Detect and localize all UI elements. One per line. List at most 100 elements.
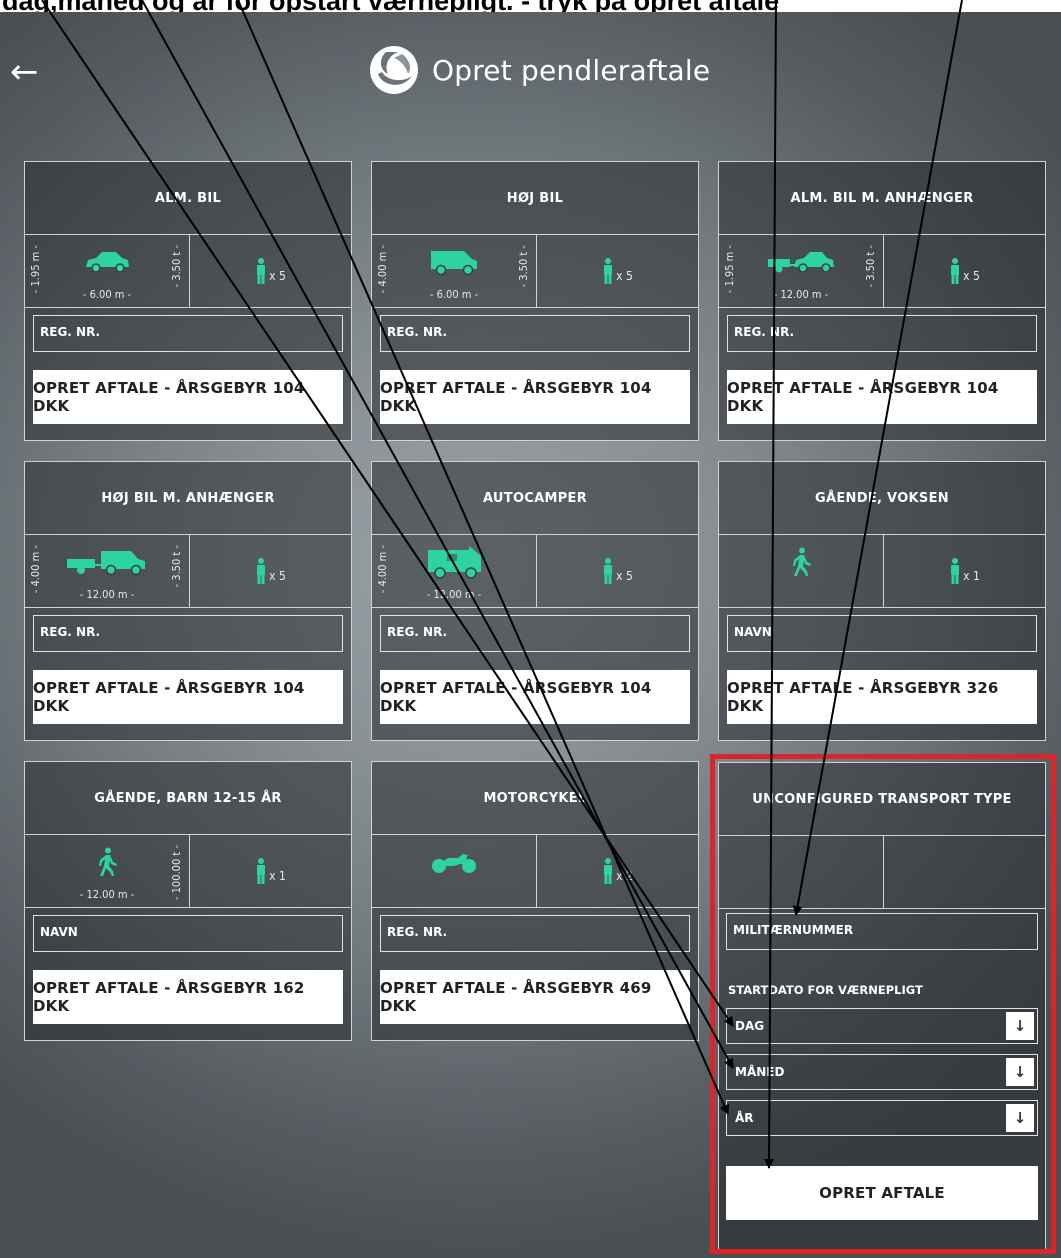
card-title: GÅENDE, VOKSEN bbox=[719, 462, 1045, 535]
weight-label: - 3.50 t - bbox=[864, 245, 877, 288]
card-specs: - 1.95 m - - 12.00 m - - 3.50 t - x 5 bbox=[719, 235, 1045, 308]
card-title: HØJ BIL M. ANHÆNGER bbox=[25, 462, 351, 535]
person-count: x 5 bbox=[616, 269, 633, 283]
person-count: x 5 bbox=[269, 269, 286, 283]
height-label: - 4.00 m - bbox=[376, 545, 389, 594]
weight-label: - 100.00 t - bbox=[170, 845, 183, 901]
pedestrian-icon bbox=[96, 847, 118, 881]
create-agreement-button[interactable]: OPRET AFTALE - ÅRSGEBYR 104 DKK bbox=[727, 370, 1037, 424]
spec-dimensions: - 4.00 m - - 12.00 m - - 3.50 t - bbox=[25, 535, 190, 607]
card-title: HØJ BIL bbox=[372, 162, 698, 235]
spec-persons: x 1 bbox=[884, 535, 1045, 607]
van-trailer-icon bbox=[65, 547, 149, 581]
card-title: GÅENDE, BARN 12-15 ÅR bbox=[25, 762, 351, 835]
height-label: - 4.00 m - bbox=[29, 545, 42, 594]
card-specs: - 12.00 m - - 100.00 t - x 1 bbox=[25, 835, 351, 908]
length-label: - 12.00 m - bbox=[79, 588, 135, 601]
create-agreement-button[interactable]: OPRET AFTALE - ÅRSGEBYR 104 DKK bbox=[33, 670, 343, 724]
person-icon bbox=[604, 558, 613, 584]
card-title: ALM. BIL M. ANHÆNGER bbox=[719, 162, 1045, 235]
card-title: ALM. BIL bbox=[25, 162, 351, 235]
length-label: - 6.00 m - bbox=[82, 288, 132, 301]
spec-persons: x 5 bbox=[884, 235, 1045, 307]
create-agreement-button[interactable]: OPRET AFTALE - ÅRSGEBYR 104 DKK bbox=[33, 370, 343, 424]
card-car-trailer: ALM. BIL M. ANHÆNGER - 1.95 m - - 12.00 … bbox=[718, 161, 1046, 441]
person-count: x 1 bbox=[269, 869, 286, 883]
person-count: x 5 bbox=[616, 569, 633, 583]
person-icon bbox=[951, 258, 960, 284]
card-specs: x 2 bbox=[372, 835, 698, 908]
registration-input[interactable]: NAVN bbox=[33, 915, 343, 952]
registration-input[interactable]: REG. NR. bbox=[380, 915, 690, 952]
camper-icon bbox=[425, 544, 483, 584]
spec-persons: x 2 bbox=[537, 835, 698, 907]
card-car: ALM. BIL - 1.95 m - - 6.00 m - - 3.50 t … bbox=[24, 161, 352, 441]
height-label: - 4.00 m - bbox=[376, 245, 389, 294]
weight-label: - 3.50 t - bbox=[517, 245, 530, 288]
car-icon bbox=[82, 249, 132, 279]
card-motorcycle: MOTORCYKEL x 2 REG. NR. OPRET AFTALE - Å… bbox=[371, 761, 699, 1041]
card-van-trailer: HØJ BIL M. ANHÆNGER - 4.00 m - - 12.00 m… bbox=[24, 461, 352, 741]
spec-dimensions: - 1.95 m - - 6.00 m - - 3.50 t - bbox=[25, 235, 190, 307]
card-specs: - 4.00 m - - 12.00 m - x 5 bbox=[372, 535, 698, 608]
registration-input[interactable]: REG. NR. bbox=[727, 315, 1037, 352]
card-specs: - 1.95 m - - 6.00 m - - 3.50 t - x 5 bbox=[25, 235, 351, 308]
registration-input[interactable]: REG. NR. bbox=[380, 315, 690, 352]
create-agreement-button[interactable]: OPRET AFTALE - ÅRSGEBYR 326 DKK bbox=[727, 670, 1037, 724]
card-specs: - 4.00 m - - 12.00 m - - 3.50 t - x 5 bbox=[25, 535, 351, 608]
weight-label: - 3.50 t - bbox=[170, 245, 183, 288]
person-count: x 5 bbox=[269, 569, 286, 583]
spec-dimensions: - 4.00 m - - 12.00 m - bbox=[372, 535, 537, 607]
spec-persons: x 5 bbox=[537, 535, 698, 607]
spec-persons: x 5 bbox=[190, 235, 351, 307]
create-agreement-button[interactable]: OPRET AFTALE - ÅRSGEBYR 104 DKK bbox=[380, 370, 690, 424]
spec-persons: x 5 bbox=[537, 235, 698, 307]
create-agreement-button[interactable]: OPRET AFTALE - ÅRSGEBYR 104 DKK bbox=[380, 670, 690, 724]
height-label: - 1.95 m - bbox=[723, 245, 736, 294]
person-icon bbox=[604, 258, 613, 284]
length-label: - 12.00 m - bbox=[426, 588, 482, 601]
person-icon bbox=[257, 558, 266, 584]
card-specs: x 1 bbox=[719, 535, 1045, 608]
back-arrow-icon[interactable]: ← bbox=[10, 52, 39, 92]
create-agreement-button[interactable]: OPRET AFTALE - ÅRSGEBYR 162 DKK bbox=[33, 970, 343, 1024]
spec-persons: x 5 bbox=[190, 535, 351, 607]
registration-input[interactable]: REG. NR. bbox=[33, 615, 343, 652]
person-icon bbox=[951, 558, 960, 584]
length-label: - 6.00 m - bbox=[429, 288, 479, 301]
spec-dimensions bbox=[719, 535, 884, 607]
weight-label: - 3.50 t - bbox=[170, 545, 183, 588]
page-header: Opret pendleraftale bbox=[368, 44, 710, 96]
card-title: AUTOCAMPER bbox=[372, 462, 698, 535]
person-icon bbox=[257, 258, 266, 284]
create-agreement-button[interactable]: OPRET AFTALE - ÅRSGEBYR 469 DKK bbox=[380, 970, 690, 1024]
spec-dimensions: - 1.95 m - - 12.00 m - - 3.50 t - bbox=[719, 235, 884, 307]
brand-logo-icon bbox=[370, 46, 418, 94]
length-label: - 12.00 m - bbox=[773, 288, 829, 301]
spec-dimensions: - 4.00 m - - 6.00 m - - 3.50 t - bbox=[372, 235, 537, 307]
motorcycle-icon bbox=[430, 850, 478, 878]
card-camper: AUTOCAMPER - 4.00 m - - 12.00 m - x 5 RE… bbox=[371, 461, 699, 741]
annotation-caption: dag,måned og år for opstart værnepligt. … bbox=[0, 0, 1061, 12]
spec-dimensions: - 12.00 m - - 100.00 t - bbox=[25, 835, 190, 907]
person-count: x 1 bbox=[963, 569, 980, 583]
highlight-box bbox=[710, 754, 1056, 1254]
card-title: MOTORCYKEL bbox=[372, 762, 698, 835]
spec-persons: x 1 bbox=[190, 835, 351, 907]
card-pedestrian: GÅENDE, BARN 12-15 ÅR - 12.00 m - - 100.… bbox=[24, 761, 352, 1041]
page-title: Opret pendleraftale bbox=[432, 53, 711, 87]
card-pedestrian: GÅENDE, VOKSEN x 1 NAVN OPRET AFTALE - Å… bbox=[718, 461, 1046, 741]
person-count: x 5 bbox=[963, 269, 980, 283]
card-van: HØJ BIL - 4.00 m - - 6.00 m - - 3.50 t -… bbox=[371, 161, 699, 441]
person-count: x 2 bbox=[616, 869, 633, 883]
registration-input[interactable]: NAVN bbox=[727, 615, 1037, 652]
person-icon bbox=[257, 858, 266, 884]
length-label: - 12.00 m - bbox=[79, 888, 135, 901]
van-icon bbox=[428, 247, 480, 281]
card-specs: - 4.00 m - - 6.00 m - - 3.50 t - x 5 bbox=[372, 235, 698, 308]
spec-dimensions bbox=[372, 835, 537, 907]
registration-input[interactable]: REG. NR. bbox=[33, 315, 343, 352]
height-label: - 1.95 m - bbox=[29, 245, 42, 294]
registration-input[interactable]: REG. NR. bbox=[380, 615, 690, 652]
car-trailer-icon bbox=[766, 249, 836, 279]
